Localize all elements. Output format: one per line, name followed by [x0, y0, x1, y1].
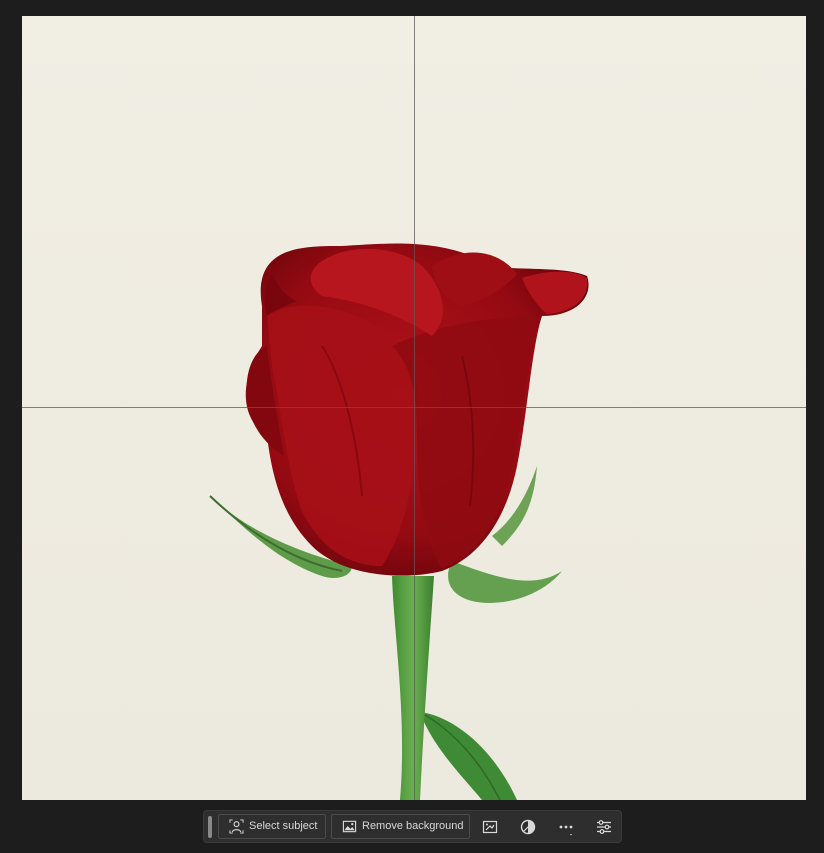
image-icon: [342, 820, 357, 833]
vertical-guide[interactable]: [414, 16, 415, 800]
properties-icon[interactable]: [595, 818, 613, 836]
select-subject-icon: [229, 819, 244, 834]
select-subject-label: Select subject: [249, 820, 318, 832]
remove-background-button[interactable]: Remove background: [331, 814, 470, 839]
workspace: Select subject Remove background: [0, 0, 824, 853]
select-subject-button[interactable]: Select subject: [218, 814, 326, 839]
transform-icon[interactable]: [481, 818, 499, 836]
horizontal-guide[interactable]: [22, 407, 806, 408]
more-options-icon[interactable]: [557, 818, 575, 836]
adjustment-icon[interactable]: [519, 818, 537, 836]
remove-background-label: Remove background: [362, 820, 464, 832]
document-canvas[interactable]: [22, 16, 806, 800]
contextual-taskbar: Select subject Remove background: [203, 810, 622, 843]
taskbar-drag-handle[interactable]: [208, 816, 212, 838]
